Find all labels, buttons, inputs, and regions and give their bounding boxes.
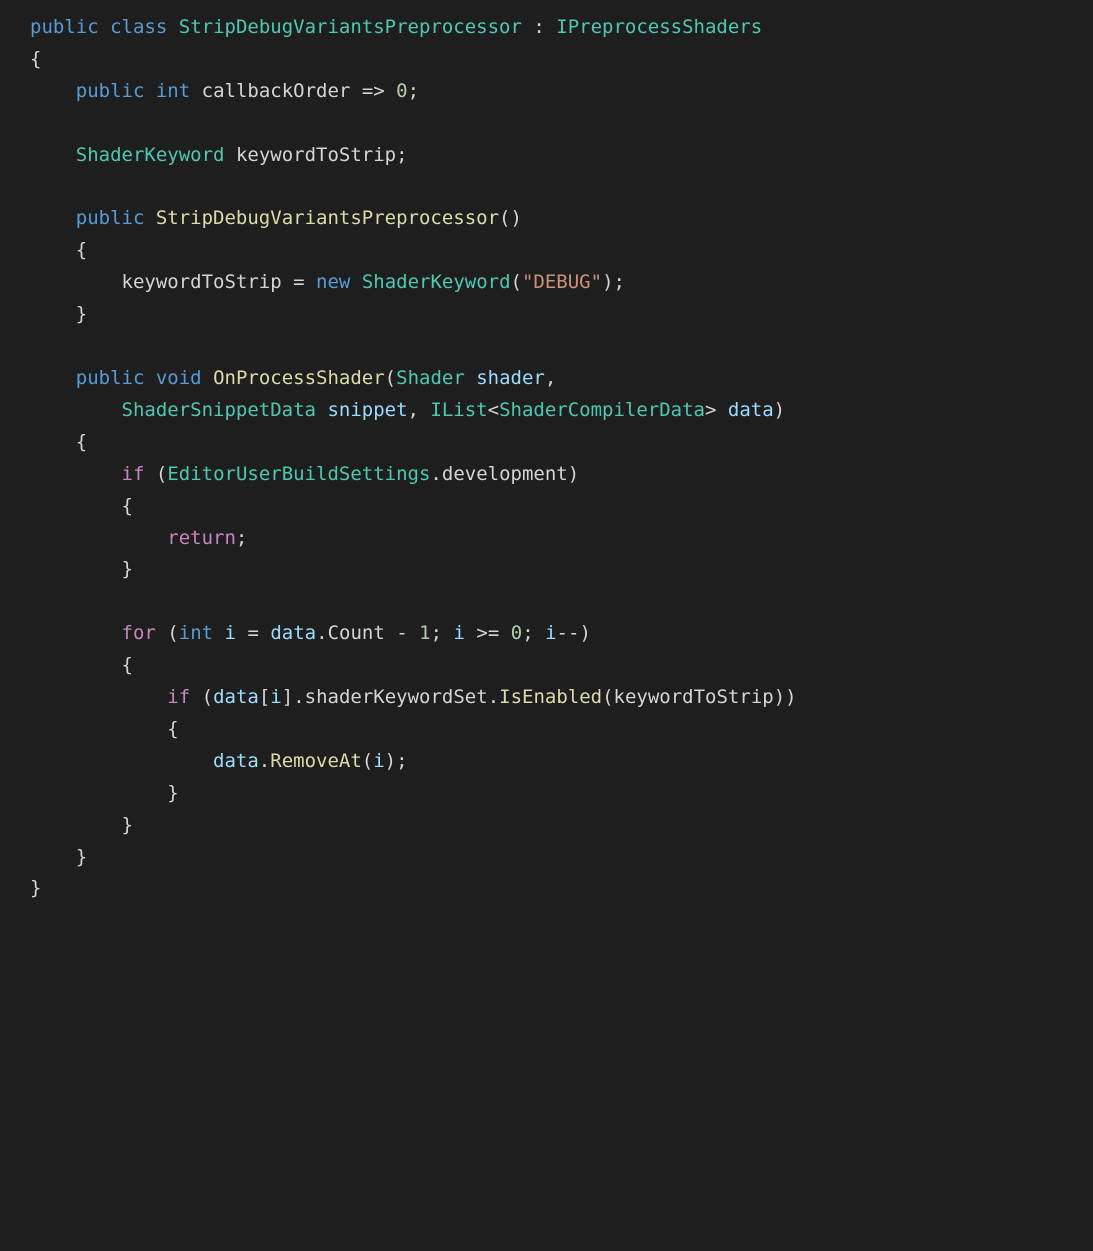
method-removeat: RemoveAt <box>270 750 362 772</box>
blank-line <box>30 108 1093 140</box>
constructor-name: StripDebugVariantsPreprocessor <box>156 207 499 229</box>
member-callbackorder: callbackOrder <box>202 80 351 102</box>
code-line: public class StripDebugVariantsPreproces… <box>30 12 1093 44</box>
type-shaderkeyword: ShaderKeyword <box>76 144 225 166</box>
type-editoruserbuildsettings: EditorUserBuildSettings <box>167 463 430 485</box>
blank-line <box>30 586 1093 618</box>
literal-zero: 0 <box>396 80 407 102</box>
code-line: for (int i = data.Count - 1; i >= 0; i--… <box>30 618 1093 650</box>
code-line: if (EditorUserBuildSettings.development) <box>30 459 1093 491</box>
code-line: { <box>30 650 1093 682</box>
keyword-for: for <box>122 622 156 644</box>
field-keywordtostrip: keywordToStrip <box>236 144 396 166</box>
code-line: data.RemoveAt(i); <box>30 746 1093 778</box>
code-line: } <box>30 778 1093 810</box>
code-line: { <box>30 235 1093 267</box>
code-line: { <box>30 44 1093 76</box>
code-line: keywordToStrip = new ShaderKeyword("DEBU… <box>30 267 1093 299</box>
literal-one: 1 <box>419 622 430 644</box>
type-interface: IPreprocessShaders <box>556 16 762 38</box>
property-count: Count <box>328 622 385 644</box>
code-line: if (data[i].shaderKeywordSet.IsEnabled(k… <box>30 682 1093 714</box>
string-debug: "DEBUG" <box>522 271 602 293</box>
property-development: development <box>442 463 568 485</box>
keyword-public: public <box>30 16 99 38</box>
code-line: public StripDebugVariantsPreprocessor() <box>30 203 1093 235</box>
type-shader: Shader <box>396 367 465 389</box>
keyword-if: if <box>122 463 145 485</box>
blank-line <box>30 172 1093 204</box>
param-snippet: snippet <box>327 399 407 421</box>
code-line: } <box>30 873 1093 905</box>
code-line: ShaderSnippetData snippet, IList<ShaderC… <box>30 395 1093 427</box>
type-ilist: IList <box>430 399 487 421</box>
keyword-class: class <box>110 16 167 38</box>
keyword-return: return <box>167 527 236 549</box>
code-line: return; <box>30 523 1093 555</box>
blank-line <box>30 331 1093 363</box>
type-classname: StripDebugVariantsPreprocessor <box>179 16 522 38</box>
code-line: } <box>30 554 1093 586</box>
var-i: i <box>225 622 236 644</box>
code-line: { <box>30 491 1093 523</box>
code-line: { <box>30 714 1093 746</box>
keyword-new: new <box>316 271 350 293</box>
type-shadercompilerdata: ShaderCompilerData <box>499 399 705 421</box>
type-shadersnippetdata: ShaderSnippetData <box>122 399 316 421</box>
code-line: } <box>30 842 1093 874</box>
property-shaderkeywordset: shaderKeywordSet <box>305 686 488 708</box>
code-line: ShaderKeyword keywordToStrip; <box>30 140 1093 172</box>
method-isenabled: IsEnabled <box>499 686 602 708</box>
code-editor[interactable]: public class StripDebugVariantsPreproces… <box>0 12 1093 905</box>
code-line: } <box>30 299 1093 331</box>
code-line: public void OnProcessShader(Shader shade… <box>30 363 1093 395</box>
keyword-void: void <box>156 367 202 389</box>
keyword-int: int <box>156 80 190 102</box>
code-line: public int callbackOrder => 0; <box>30 76 1093 108</box>
code-line: } <box>30 810 1093 842</box>
param-shader: shader <box>476 367 545 389</box>
param-data: data <box>728 399 774 421</box>
code-line: { <box>30 427 1093 459</box>
method-onprocessshader: OnProcessShader <box>213 367 385 389</box>
